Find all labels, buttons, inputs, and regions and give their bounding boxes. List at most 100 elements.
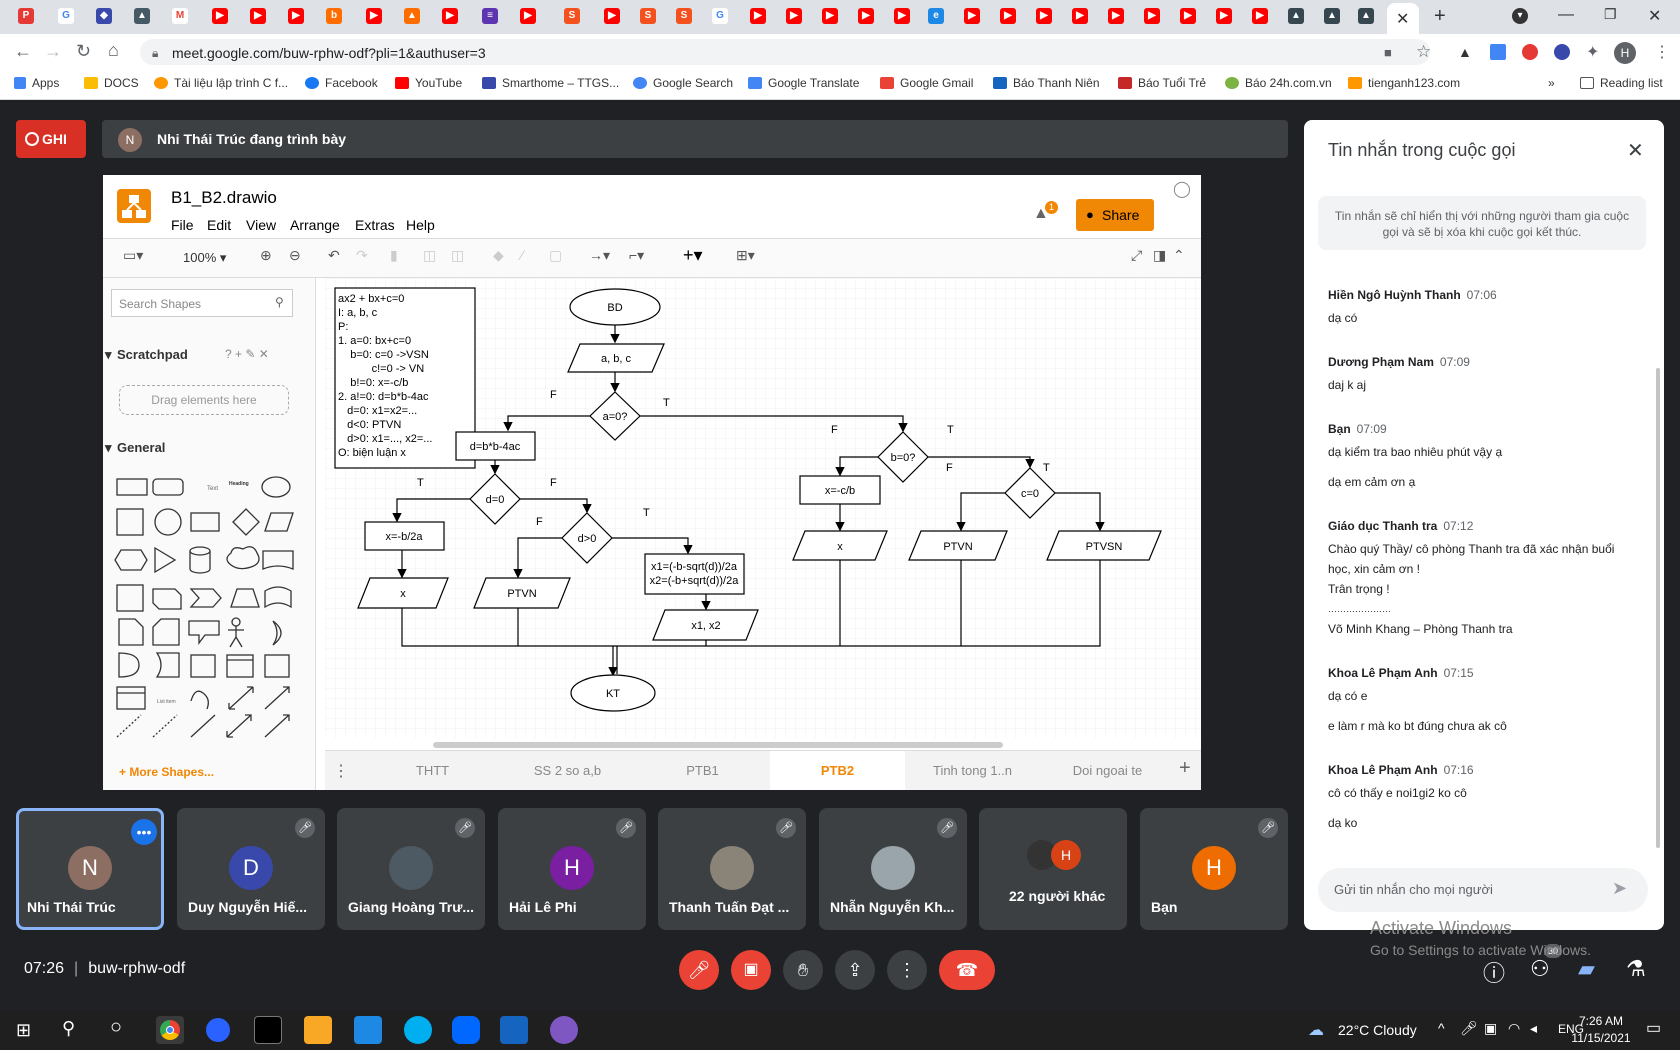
participant-tile[interactable]: H Hải Lê Phi 🎤︎ [498,808,646,930]
youtube-tab-icon[interactable]: ▶ [520,8,536,24]
terminal-taskbar-icon[interactable] [254,1016,282,1044]
clock-time[interactable]: 7:26 AM [1570,1014,1632,1028]
send-icon[interactable]: ➤ [1612,878,1627,899]
present-button[interactable]: ⇪ [835,950,875,990]
sheet-menu-icon[interactable]: ⋮ [333,761,349,781]
format-panel-icon[interactable]: ▭▾ [123,247,143,264]
participant-tile-self[interactable]: N Nhi Thái Trúc ••• [16,808,164,930]
chat-scrollbar[interactable] [1656,368,1660,848]
shopee-tab-icon[interactable]: S [676,8,692,24]
gmail-tab-icon[interactable]: M [172,8,188,24]
youtube-tab-icon[interactable]: ▶ [1072,8,1088,24]
youtube-tab-icon[interactable]: ▶ [212,8,228,24]
shopee-tab-icon[interactable]: S [564,8,580,24]
shopee-tab-icon[interactable]: S [640,8,656,24]
table-icon[interactable]: ⊞▾ [736,247,755,264]
participant-tile[interactable]: Thanh Tuấn Đạt ... 🎤︎ [658,808,806,930]
more-options-button[interactable]: ⋮ [887,950,927,990]
search-icon[interactable]: ⚲ [62,1018,75,1039]
youtube-tab-icon[interactable]: ▶ [964,8,980,24]
camera-toggle-button[interactable]: ▣ [731,950,771,990]
tab-search-icon[interactable]: ▾ [1512,8,1528,24]
youtube-tab-icon[interactable]: ▶ [250,8,266,24]
windows-start-icon[interactable]: ⊞ [16,1020,31,1041]
youtube-tab-icon[interactable]: ▶ [1216,8,1232,24]
youtube-tab-icon[interactable]: ▶ [786,8,802,24]
participant-tile-others[interactable]: H 22 người khác [979,808,1127,930]
mic-tray-icon[interactable]: 🎤︎ [1460,1020,1478,1037]
menu-edit[interactable]: Edit [207,217,231,233]
collapse-arrow-icon[interactable]: ▾ [105,347,112,363]
shape-palette[interactable]: Text Heading List item [113,465,303,745]
display-tray-icon[interactable]: ▣ [1484,1020,1497,1037]
collapse-icon[interactable]: ⌃ [1173,247,1185,264]
to-back-icon[interactable]: ◫ [451,247,464,264]
general-header[interactable]: General [117,440,165,455]
close-chat-icon[interactable]: ✕ [1627,138,1644,163]
flowchart[interactable]: ax2 + bx+c=0 I: a, b, c P: 1. a=0: bx+c=… [325,278,1201,738]
bookmark-24h[interactable]: Báo 24h.com.vn [1225,76,1332,90]
insert-icon[interactable]: +▾ [683,245,703,266]
extension-icon[interactable]: ▲ [1458,44,1472,60]
youtube-tab-icon[interactable]: ▶ [822,8,838,24]
activities-icon[interactable]: ⚗︎ [1626,956,1646,982]
menu-extras[interactable]: Extras [355,217,395,233]
translate-icon[interactable] [1490,44,1506,60]
fire-tab-icon[interactable]: ▲ [404,8,420,24]
horizontal-scrollbar[interactable] [433,742,1003,748]
close-tab-icon[interactable]: ✕ [1396,9,1409,29]
scratchpad-tools-icon[interactable]: ? + ✎ ✕ [225,347,269,361]
search-icon[interactable]: ⚲ [275,295,284,309]
wifi-icon[interactable]: ◠ [1508,1020,1520,1037]
bookmark-tienganh123[interactable]: tienganh123.com [1348,76,1460,90]
document-title[interactable]: B1_B2.drawio [171,188,277,208]
camera-blocked-icon[interactable]: ■ [1384,45,1392,60]
school-tab-icon[interactable]: ▲ [1324,8,1340,24]
youtube-tab-icon[interactable]: ▶ [858,8,874,24]
line-color-icon[interactable]: ∕ [521,247,523,263]
weather-text[interactable]: 22°C Cloudy [1338,1022,1417,1038]
youtube-tab-icon[interactable]: ▶ [1252,8,1268,24]
lock-icon[interactable]: 🔒︎ [152,46,158,61]
zoom-out-icon[interactable]: ⊖ [289,247,301,264]
photos-taskbar-icon[interactable] [500,1016,528,1044]
youtube-tab-icon[interactable]: ▶ [1036,8,1052,24]
menu-help[interactable]: Help [406,217,435,233]
share-button[interactable]: ● Share [1076,199,1154,231]
volume-icon[interactable]: ◂ [1530,1020,1537,1037]
profile-avatar[interactable]: H [1614,42,1636,64]
youtube-tab-icon[interactable]: ▶ [1000,8,1016,24]
diagram-canvas[interactable]: ax2 + bx+c=0 I: a, b, c P: 1. a=0: bx+c=… [325,278,1201,738]
connection-icon[interactable]: →▾ [589,247,610,264]
participant-tile[interactable]: Giang Hoàng Trư... 🎤︎ [337,808,485,930]
search-shapes-input[interactable]: Search Shapes [111,289,293,317]
formula-node[interactable] [644,553,745,595]
back-icon[interactable]: ← [14,41,32,62]
minimize-icon[interactable]: — [1558,6,1574,24]
eclipse-taskbar-icon[interactable] [550,1016,578,1044]
google-tab-icon[interactable]: G [712,8,728,24]
collapse-arrow-icon[interactable]: ▾ [105,440,112,456]
download-icon[interactable] [1554,44,1570,60]
people-icon[interactable]: ⚇ [1530,956,1550,982]
participant-tile[interactable]: D Duy Nguyễn Hiế... 🎤︎ [177,808,325,930]
youtube-tab-icon[interactable]: ▶ [288,8,304,24]
pinterest-tab-icon[interactable]: P [18,8,34,24]
notification-center-icon[interactable]: ▭ [1646,1018,1661,1038]
reload-icon[interactable]: ↻ [76,41,91,62]
waypoints-icon[interactable]: ⌐▾ [629,247,644,264]
zoom-select[interactable]: 100% ▾ [183,250,226,266]
school-tab-icon[interactable]: ▲ [1358,8,1374,24]
chrome-taskbar-icon[interactable] [156,1016,184,1044]
youtube-tab-icon[interactable]: ▶ [1180,8,1196,24]
youtube-tab-icon[interactable]: ▶ [894,8,910,24]
menu-view[interactable]: View [246,217,276,233]
shield-tab-icon[interactable]: ◆ [96,8,112,24]
meeting-details-icon[interactable]: ⓘ [1483,956,1505,988]
store-taskbar-icon[interactable] [354,1016,382,1044]
app-taskbar-icon[interactable] [206,1018,230,1042]
add-sheet-icon[interactable]: + [1179,757,1191,780]
bookmark-tailieu[interactable]: Tài liệu lập trình C f... [154,76,288,90]
raise-hand-button[interactable]: ✋︎ [783,950,823,990]
youtube-tab-icon[interactable]: ▶ [1108,8,1124,24]
